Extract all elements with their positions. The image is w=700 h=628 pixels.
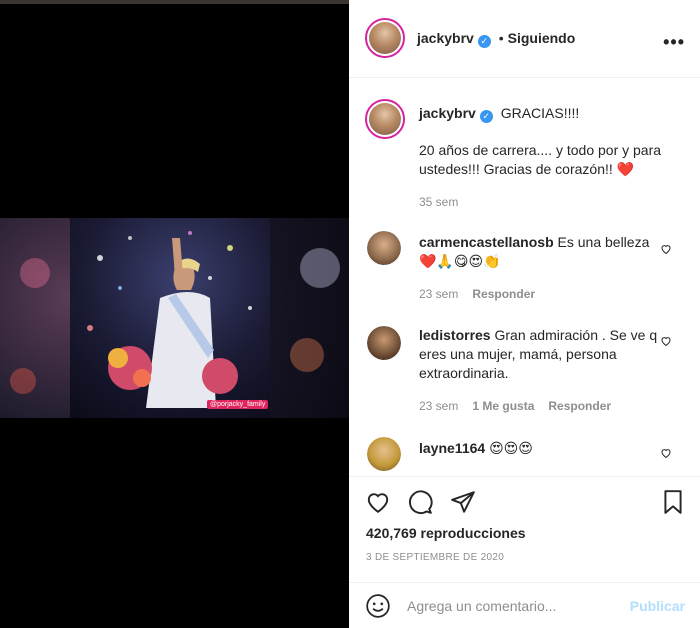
views-count[interactable]: 420,769 reproducciones: [366, 525, 526, 541]
emoji-icon[interactable]: [365, 593, 391, 619]
comment-age[interactable]: 23 sem: [419, 399, 458, 413]
comment-icon[interactable]: [407, 489, 433, 515]
commenter-avatar[interactable]: [367, 326, 401, 360]
caption-header: jackybrv ✓ GRACIAS!!!!: [419, 105, 579, 123]
comment-item: ledistorres Gran admiración . Se ve q er…: [419, 326, 659, 383]
commenter-avatar[interactable]: [367, 437, 401, 471]
author-avatar[interactable]: [365, 18, 405, 58]
commenter-avatar[interactable]: [367, 231, 401, 265]
bookmark-icon[interactable]: [660, 489, 686, 515]
verified-badge-icon: ✓: [477, 35, 491, 48]
comments-list[interactable]: jackybrv ✓ GRACIAS!!!! 20 años de carrera…: [349, 79, 700, 475]
comment-meta: 23 sem 1 Me gusta Responder: [419, 399, 611, 413]
author-row: jackybrv ✓ • Siguiendo: [417, 30, 575, 48]
comment-meta: 23 sem Responder: [419, 287, 535, 301]
caption-avatar[interactable]: [365, 99, 405, 139]
comment-item: carmencastellanosb Es una belleza ❤️🙏😋😍👏: [419, 233, 659, 271]
comment-text: 😍😍😍: [489, 440, 533, 456]
comment-username[interactable]: ledistorres: [419, 327, 491, 343]
post-actions: 420,769 reproducciones 3 DE SEPTIEMBRE D…: [349, 476, 700, 576]
comment-like-heart-icon[interactable]: [660, 243, 672, 255]
media-top-strip: [0, 0, 349, 4]
post-details-panel: jackybrv ✓ • Siguiendo ••• jackybrv ✓ GRACI…: [349, 0, 700, 628]
video-frame[interactable]: @porjacky_family: [70, 218, 270, 418]
video-watermark: @porjacky_family: [207, 400, 269, 409]
caption-title: GRACIAS!!!!: [500, 105, 580, 121]
more-options-icon[interactable]: •••: [663, 32, 685, 53]
comment-username[interactable]: carmencastellanosb: [419, 234, 554, 250]
caption-age[interactable]: 35 sem: [419, 195, 458, 209]
post-date[interactable]: 3 DE SEPTIEMBRE DE 2020: [366, 552, 504, 563]
publish-button[interactable]: Publicar: [630, 598, 685, 614]
follow-status-button[interactable]: Siguiendo: [508, 30, 576, 46]
comment-like-heart-icon[interactable]: [660, 335, 672, 347]
comment-age[interactable]: 23 sem: [419, 287, 458, 301]
reply-button[interactable]: Responder: [472, 287, 535, 301]
share-icon[interactable]: [450, 489, 476, 515]
caption-body: 20 años de carrera.... y todo por y para…: [419, 142, 662, 177]
author-username[interactable]: jackybrv: [417, 30, 474, 46]
reply-button[interactable]: Responder: [548, 399, 611, 413]
comment-like-heart-icon[interactable]: [660, 447, 672, 459]
comment-username[interactable]: layne1164: [419, 440, 485, 456]
comment-item: layne1164 😍😍😍: [419, 439, 659, 458]
comment-input[interactable]: [407, 595, 617, 617]
verified-badge-icon: ✓: [479, 110, 493, 123]
caption-username[interactable]: jackybrv: [419, 105, 476, 121]
post-header: jackybrv ✓ • Siguiendo •••: [349, 0, 700, 78]
separator-dot: •: [498, 30, 504, 46]
post-media[interactable]: @porjacky_family: [0, 0, 349, 628]
comment-composer: Publicar: [349, 582, 700, 628]
video-scene: [87, 231, 252, 408]
heart-icon[interactable]: [365, 489, 391, 515]
comment-likes-count[interactable]: 1 Me gusta: [472, 399, 534, 413]
